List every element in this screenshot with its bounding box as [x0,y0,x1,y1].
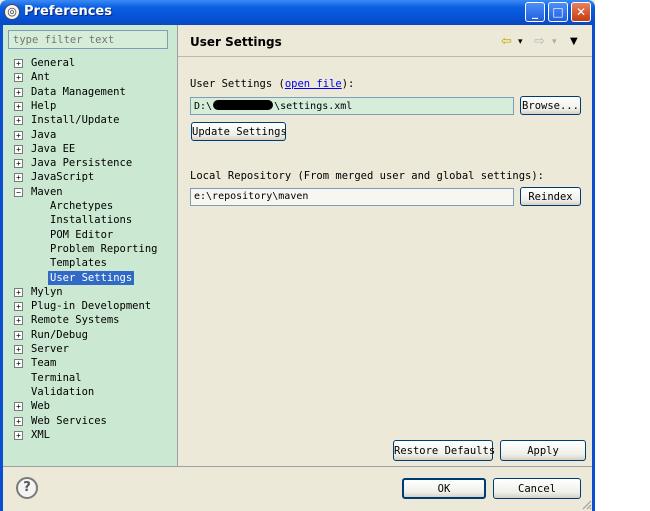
preferences-window: ◎ Preferences _ □ ✕ + General + Ant + Data Ma… [0,0,595,511]
expand-icon[interactable]: + [14,130,23,140]
local-repository-label: Local Repository (From merged user and g… [190,170,545,182]
view-menu-icon[interactable]: ▼ [570,34,578,50]
local-repository-field[interactable]: e:\repository\maven [190,188,514,206]
expand-icon[interactable]: + [14,116,23,126]
close-button[interactable]: ✕ [571,2,591,22]
restore-defaults-button[interactable]: Restore Defaults [393,440,495,461]
window-title: Preferences [24,4,112,19]
tree-item-label: XML [31,428,50,441]
ok-button[interactable]: OK [402,478,486,499]
expand-icon[interactable]: + [14,302,23,312]
expand-icon[interactable]: + [14,345,23,354]
eclipse-app-icon: ◎ [4,4,20,20]
expand-icon[interactable]: + [14,402,23,412]
resize-grip-icon[interactable] [580,498,592,510]
expand-icon[interactable]: + [14,87,23,97]
tree-item-label: Data Management [31,85,126,98]
browse-button[interactable]: Browse... [520,96,581,115]
tree-item-label: Terminal [31,371,82,384]
tree-item-label: Maven [31,185,63,198]
back-arrow-icon[interactable]: ⇦ [501,34,512,50]
expand-icon[interactable]: + [14,101,23,111]
tree-item-label: Ant [31,71,50,84]
expand-icon[interactable]: + [14,316,23,326]
tree-item-label: Install/Update [31,114,120,127]
apply-button[interactable]: Apply [500,440,586,461]
page-title: User Settings [190,35,282,49]
expand-icon[interactable]: + [14,144,23,154]
expand-icon[interactable]: + [14,359,23,369]
tree-item-label: Installations [50,214,133,227]
tree-item-label: Server [31,343,69,355]
tree-item-label: Java Persistence [31,157,133,170]
forward-arrow-icon[interactable]: ⇨ [534,34,545,50]
open-file-link[interactable]: open file [285,78,342,90]
expand-icon[interactable]: + [14,159,23,169]
tree-item-label-selected: User Settings [48,270,135,285]
expand-icon[interactable]: + [14,73,23,83]
expand-icon[interactable]: + [14,173,23,183]
tree-item-label: Templates [50,257,107,270]
expand-icon[interactable]: + [14,416,23,426]
user-settings-label: User Settings (open file): [190,78,355,90]
help-icon[interactable]: ? [16,477,38,499]
expand-icon[interactable]: + [14,430,23,440]
title-separator [178,56,592,57]
tree-item-label: Run/Debug [31,328,88,341]
tree-item-label: Web [31,400,50,413]
settings-pane [178,25,592,466]
user-settings-file-field[interactable]: D:\ \settings.xml [190,97,514,115]
cancel-button[interactable]: Cancel [493,478,581,499]
tree-item-label: Plug-in Development [31,300,152,313]
reindex-button[interactable]: Reindex [520,187,581,206]
tree-item-label: Mylyn [31,285,63,298]
tree-item-label: Archetypes [50,200,114,212]
tree-item-label: General [31,57,76,69]
tree-item-label: Validation [31,385,95,398]
tree-item-label: Problem Reporting [50,242,158,255]
update-settings-button[interactable]: Update Settings [191,122,287,141]
maximize-button[interactable]: □ [548,2,568,22]
footer-separator [3,466,592,467]
collapse-icon[interactable]: − [14,187,23,197]
tree-item-label: POM Editor [50,228,114,241]
minimize-button[interactable]: _ [525,2,545,22]
expand-icon[interactable]: + [14,59,23,68]
tree-item-label: Web Services [31,414,107,427]
title-bar[interactable]: ◎ Preferences _ □ ✕ [0,0,595,25]
expand-icon[interactable]: + [14,287,23,297]
back-dropdown-icon[interactable]: ▾ [518,34,523,50]
window-frame-right [592,25,595,511]
tree-item-label: Java [31,128,57,141]
tree-item-label: Team [31,357,57,370]
tree-item-label: JavaScript [31,171,95,184]
tree-item-label: Remote Systems [31,314,120,327]
tree-item-label: Java EE [31,142,76,155]
tree-item-label: Help [31,99,57,112]
filter-input[interactable] [8,30,168,49]
forward-dropdown-icon[interactable]: ▾ [552,34,557,50]
redacted-text [213,100,274,110]
expand-icon[interactable]: + [14,330,23,340]
